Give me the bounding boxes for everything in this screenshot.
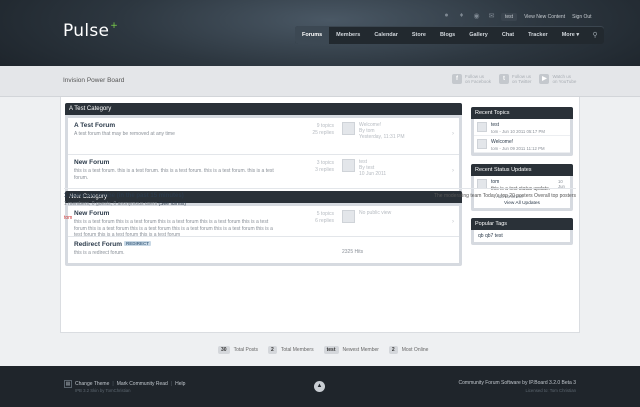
forum-desc: this is a redirect forum. <box>74 250 125 256</box>
forum-name[interactable]: A Test Forum <box>74 122 115 129</box>
category-block: A Test Category A Test Forum A test foru… <box>65 103 462 195</box>
tag-list[interactable]: qb qb7 test <box>474 230 570 242</box>
nav-chat[interactable]: Chat <box>495 26 521 44</box>
view-new-content-link[interactable]: View New Content <box>524 14 565 20</box>
nav-forums[interactable]: Forums <box>295 26 330 44</box>
logo-mark: + <box>110 21 119 31</box>
category-title[interactable]: A Test Category <box>65 103 462 115</box>
forum-row: Redirect Forum REDIRECT this is a redirec… <box>68 237 459 263</box>
skin-credit: IPB 3.2 Skin by TomChristian <box>75 388 131 393</box>
nav-blogs[interactable]: Blogs <box>433 26 462 44</box>
sign-out-link[interactable]: Sign Out <box>572 14 591 20</box>
nav-calendar[interactable]: Calendar <box>367 26 405 44</box>
topic-meta: tom - Jun 10 2011 05:17 PM <box>491 129 545 134</box>
forum-name[interactable]: Redirect Forum REDIRECT <box>74 241 152 248</box>
go-arrow-icon[interactable]: › <box>452 131 454 137</box>
forum-name[interactable]: New Forum <box>74 159 109 166</box>
status-user[interactable]: tom <box>491 179 499 185</box>
online-user[interactable]: tom <box>64 215 576 221</box>
back-to-top-icon[interactable]: ▲ <box>314 381 325 392</box>
board-stats: 30 Total Posts 2 Total Members test Newest … <box>218 346 428 354</box>
avatar[interactable] <box>477 122 487 132</box>
forum-stats: 3 topics 3 replies <box>315 160 334 173</box>
license-credit: Licensed to: Tom Christian <box>525 388 576 393</box>
nav-more[interactable]: More ▾ <box>555 26 586 44</box>
popular-tags-block: Popular Tags qb qb7 test <box>471 218 573 245</box>
twitter-link[interactable]: t Follow us on Twitter <box>499 74 531 84</box>
newest-member-link[interactable]: test <box>323 346 339 354</box>
nav-store[interactable]: Store <box>405 26 433 44</box>
help-link[interactable]: Help <box>175 381 185 387</box>
facebook-link[interactable]: f Follow us on Facebook <box>452 74 491 84</box>
online-users: 1 users are online (in the past 15 minut… <box>64 188 576 221</box>
topic-link[interactable]: test <box>491 122 499 128</box>
footer-links: ▦ Change Theme | Mark Community Read | H… <box>64 380 186 388</box>
avatar[interactable] <box>342 159 355 172</box>
redirect-badge: REDIRECT <box>124 241 152 246</box>
forum-stats: 9 topics 25 replies <box>312 123 334 136</box>
redirect-hits: 2325 Hits <box>342 249 364 255</box>
status-updates-title: Recent Status Updates <box>471 164 573 176</box>
facebook-icon: f <box>452 74 462 84</box>
social-links: f Follow us on Facebook t Follow us on Twitt… <box>452 74 576 84</box>
pin-icon[interactable]: ♦ <box>457 11 466 20</box>
forum-row: New Forum this is a test forum. this is … <box>68 155 459 192</box>
main-nav: Forums Members Calendar Store Blogs Gall… <box>295 26 605 44</box>
logo[interactable]: Pulse+ <box>63 21 119 41</box>
software-credit[interactable]: Community Forum Software by IP.Board 3.2… <box>459 380 576 386</box>
forum-desc: this is a test forum this is a test foru… <box>74 219 273 238</box>
mark-read-link[interactable]: Mark Community Read <box>117 381 168 387</box>
avatar[interactable] <box>342 122 355 135</box>
youtube-icon: ▶ <box>539 74 550 84</box>
forum-row: A Test Forum A test forum that may be re… <box>68 118 459 155</box>
go-arrow-icon[interactable]: › <box>452 168 454 174</box>
avatar[interactable] <box>477 139 487 149</box>
change-theme-link[interactable]: Change Theme <box>75 381 109 387</box>
nav-gallery[interactable]: Gallery <box>462 26 495 44</box>
topic-link[interactable]: Welcome! <box>491 139 513 145</box>
mail-icon[interactable]: ✉ <box>487 11 496 20</box>
list-item: test tom - Jun 10 2011 05:17 PM <box>474 119 570 136</box>
full-list-link[interactable]: (See full list) <box>159 201 187 207</box>
user-menu[interactable]: test <box>501 13 518 21</box>
last-post: test By test 10 Jun 2011 <box>359 159 387 177</box>
people-icon[interactable]: ● <box>442 11 451 20</box>
twitter-icon: t <box>499 74 510 84</box>
header: Pulse+ ● ♦ ◉ ✉ test View New Content Sig… <box>0 0 640 66</box>
board-band: Invision Power Board f Follow us on Facebo… <box>0 66 640 97</box>
online-counts: 1 members, 0 guests, 0 anonymous users (… <box>64 201 187 207</box>
user-links: test View New Content Sign Out <box>501 13 592 21</box>
recent-topics-block: Recent Topics test tom - Jun 10 2011 05:… <box>471 107 573 156</box>
forum-desc: A test forum that may be removed at any … <box>74 131 175 137</box>
nav-tracker[interactable]: Tracker <box>521 26 555 44</box>
board-title: Invision Power Board <box>63 77 125 84</box>
top-posters-links[interactable]: The moderating team Today's top 20 poste… <box>434 193 576 199</box>
last-post: Welcome! By tom Yesterday, 11:31 PM <box>359 122 405 140</box>
grid-icon: ▦ <box>64 380 72 388</box>
topic-meta: tom - Jun 09 2011 11:12 PM <box>491 146 545 151</box>
stat-item: test Newest Member <box>323 346 379 354</box>
nav-members[interactable]: Members <box>329 26 367 44</box>
forum-desc: this is a test forum. this is a test for… <box>74 168 274 181</box>
stat-item: 2 Most Online <box>388 346 428 354</box>
search-icon[interactable]: ⚲ <box>586 26 604 44</box>
stat-item: 2 Total Members <box>268 346 314 354</box>
recent-topics-title: Recent Topics <box>471 107 573 119</box>
list-item: Welcome! tom - Jun 09 2011 11:12 PM <box>474 136 570 153</box>
youtube-link[interactable]: ▶ Watch us on YouTube <box>539 74 576 84</box>
notification-icon[interactable]: ◉ <box>472 11 481 20</box>
header-icons: ● ♦ ◉ ✉ <box>442 11 496 20</box>
footer: ▦ Change Theme | Mark Community Read | H… <box>0 366 640 407</box>
stat-item: 30 Total Posts <box>218 346 258 354</box>
